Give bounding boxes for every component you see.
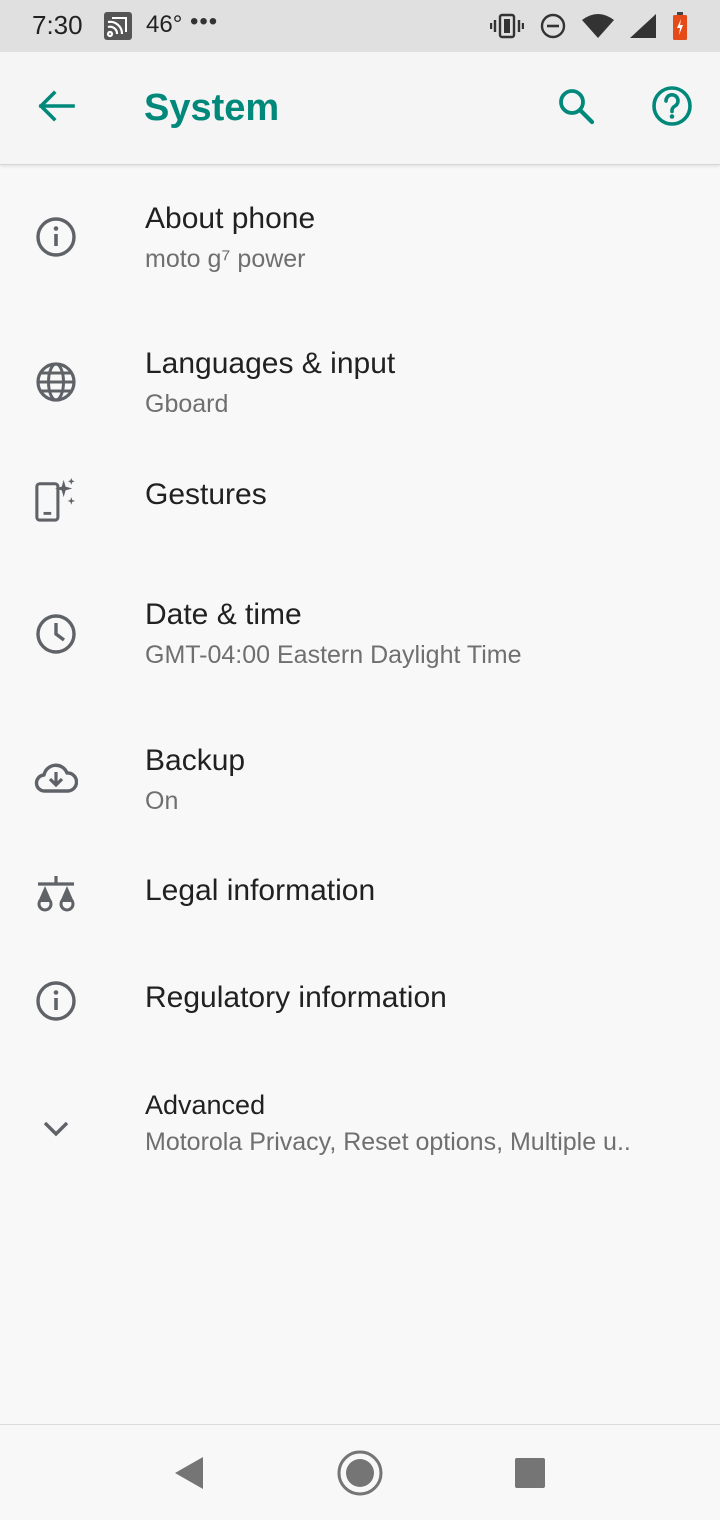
item-summary: Gboard — [145, 390, 229, 418]
list-item-languages-input[interactable]: Languages & input Gboard — [0, 310, 720, 455]
info-icon — [34, 979, 78, 1023]
item-label: Regulatory information — [145, 981, 447, 1014]
item-label: Advanced — [145, 1090, 266, 1120]
page-title: System — [144, 87, 280, 129]
item-label: Date & time — [145, 598, 302, 631]
list-item-regulatory-information[interactable]: Regulatory information — [0, 959, 720, 1066]
status-time: 7:30 — [32, 10, 83, 40]
list-item-legal-information[interactable]: Legal information — [0, 852, 720, 959]
nav-home-icon — [336, 1449, 384, 1502]
search-button[interactable] — [548, 80, 604, 136]
list-item-gestures[interactable]: Gestures — [0, 455, 720, 562]
item-summary: moto g⁷ power — [145, 245, 306, 273]
item-label: Backup — [145, 744, 246, 777]
nav-back-button[interactable] — [158, 1445, 218, 1505]
item-label: Legal information — [145, 874, 376, 907]
signal-icon — [630, 14, 656, 38]
app-bar: System — [0, 52, 720, 165]
cloud-backup-icon — [34, 757, 78, 801]
nav-recents-button[interactable] — [500, 1445, 560, 1505]
nav-home-button[interactable] — [330, 1445, 390, 1505]
battery-icon — [672, 12, 688, 40]
globe-icon — [34, 360, 78, 404]
gestures-icon — [34, 475, 78, 525]
status-icons — [490, 10, 688, 42]
item-summary: GMT-04:00 Eastern Daylight Time — [145, 641, 522, 669]
help-button[interactable] — [644, 80, 700, 136]
wifi-icon — [582, 14, 614, 38]
status-bar: 7:30 46° ••• — [0, 0, 720, 52]
info-icon — [34, 215, 78, 259]
list-item-date-time[interactable]: Date & time GMT-04:00 Eastern Daylight T… — [0, 562, 720, 707]
item-label: Languages & input — [145, 347, 396, 380]
cast-icon — [104, 12, 132, 40]
item-label: Gestures — [145, 478, 267, 511]
vibrate-icon — [490, 13, 524, 39]
back-arrow-icon — [37, 89, 75, 127]
item-label: About phone — [145, 202, 316, 235]
settings-list: About phone moto g⁷ power Languages & in… — [0, 165, 720, 1201]
item-summary: On — [145, 787, 179, 815]
navigation-bar — [0, 1424, 720, 1520]
status-temperature: 46° — [146, 11, 183, 38]
list-item-backup[interactable]: Backup On — [0, 707, 720, 852]
help-icon — [651, 85, 693, 132]
list-item-advanced[interactable]: Advanced Motorola Privacy, Reset options… — [0, 1066, 720, 1201]
nav-back-icon — [171, 1455, 205, 1496]
item-summary: Motorola Privacy, Reset options, Multipl… — [145, 1128, 631, 1156]
back-button[interactable] — [28, 80, 84, 136]
status-more-dots: ••• — [190, 8, 219, 35]
scales-icon — [34, 872, 78, 916]
list-item-about-phone[interactable]: About phone moto g⁷ power — [0, 165, 720, 310]
search-icon — [556, 86, 596, 131]
dnd-icon — [540, 13, 566, 39]
chevron-down-icon — [34, 1106, 78, 1150]
clock-icon — [34, 612, 78, 656]
nav-recents-icon — [514, 1457, 546, 1494]
